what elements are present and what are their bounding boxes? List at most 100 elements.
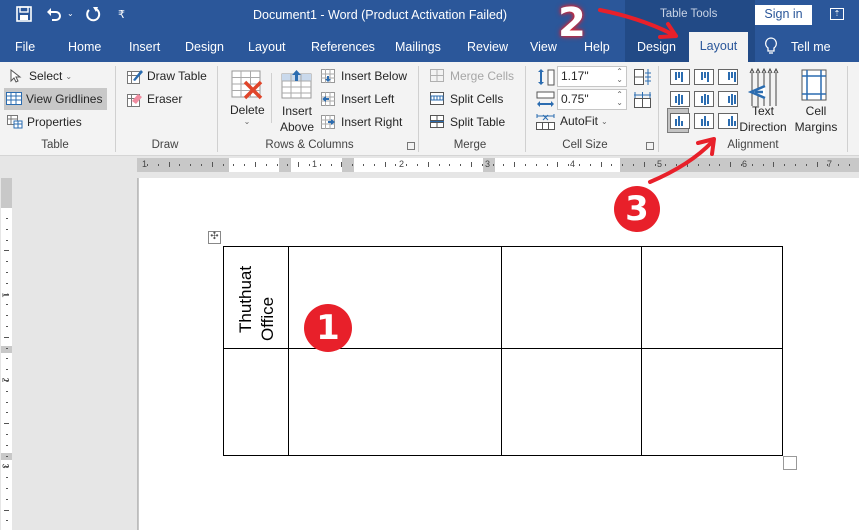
insert-left-button[interactable]: Insert Left: [321, 92, 394, 106]
save-icon[interactable]: [16, 6, 32, 27]
align-center-left-button[interactable]: [670, 91, 690, 107]
vertical-ruler[interactable]: 1 2 3: [1, 178, 12, 530]
undo-icon[interactable]: [46, 6, 62, 27]
autofit-icon: [536, 114, 556, 130]
group-separator: [217, 66, 218, 152]
autofit-button[interactable]: AutoFit ⌄: [536, 114, 608, 130]
select-label: Select: [29, 69, 63, 83]
ruler-tick: [589, 164, 591, 166]
ruler-tick: [643, 162, 645, 167]
text-direction-icon: [747, 68, 779, 106]
group-separator: [115, 66, 116, 152]
ruler-tick: [568, 164, 570, 166]
ruler-tick: [309, 164, 310, 166]
tab-home[interactable]: Home: [68, 40, 101, 54]
ruler-tick: [460, 164, 462, 166]
tell-me-search[interactable]: Tell me: [791, 40, 831, 54]
ruler-tick: [395, 164, 397, 166]
text-direction-button[interactable]: Text Direction: [739, 68, 787, 134]
horizontal-ruler[interactable]: 1 1 2 3 4 5 6 7: [137, 158, 859, 172]
align-center-button[interactable]: [694, 91, 714, 107]
ruler-number: 6: [742, 159, 748, 169]
customize-qat-icon[interactable]: ₹: [118, 8, 125, 21]
eraser-label: Eraser: [147, 92, 183, 106]
group-label-alignment: Alignment: [727, 139, 779, 151]
ruler-tick: [816, 162, 818, 167]
eraser-button[interactable]: Eraser: [127, 92, 183, 107]
group-label-cell-size: Cell Size: [562, 139, 608, 151]
ruler-tick: [417, 164, 418, 166]
align-bottom-center-button[interactable]: [694, 113, 714, 129]
undo-dropdown-icon[interactable]: ⌄: [67, 9, 74, 18]
table-cell[interactable]: [501, 348, 643, 456]
table-resize-handle-icon[interactable]: [783, 456, 797, 470]
insert-left-icon: [321, 92, 337, 106]
tab-layout[interactable]: Layout: [248, 40, 286, 54]
table-cell[interactable]: [641, 246, 783, 349]
distribute-columns-icon[interactable]: [634, 92, 652, 111]
row-height-input[interactable]: 1.17" ⌃ ⌄: [557, 66, 627, 87]
insert-above-button[interactable]: Insert Above: [279, 68, 315, 134]
ruler-tick: [6, 369, 8, 371]
insert-below-button[interactable]: Insert Below: [321, 69, 407, 83]
annotation-badge-2: 2: [558, 0, 586, 46]
chevron-down-icon: ⌄: [65, 71, 73, 81]
ruler-tick: [4, 336, 9, 338]
ruler-tick: [741, 164, 742, 166]
align-center-right-button[interactable]: [718, 91, 738, 107]
tab-references[interactable]: References: [311, 40, 375, 54]
lightbulb-icon[interactable]: [764, 37, 778, 58]
tab-mailings[interactable]: Mailings: [395, 40, 441, 54]
ruler-tick: [363, 164, 364, 166]
ruler-column-marker[interactable]: [279, 158, 291, 172]
ruler-tick: [6, 218, 8, 219]
align-bottom-right-button[interactable]: [718, 113, 738, 129]
merge-cells-button[interactable]: Merge Cells: [430, 69, 514, 83]
align-top-center-button[interactable]: [694, 69, 714, 85]
delete-table-icon: [231, 70, 263, 100]
align-top-right-button[interactable]: [718, 69, 738, 85]
table-cell-text[interactable]: Thuthuat Office: [223, 246, 289, 349]
align-top-left-button[interactable]: [670, 69, 690, 85]
document-title: Document1 - Word (Product Activation Fai…: [253, 8, 508, 22]
document-table[interactable]: Thuthuat Office: [223, 246, 783, 456]
tab-table-layout[interactable]: Layout: [689, 32, 748, 62]
ribbon-display-options-icon[interactable]: ⇡: [830, 8, 844, 20]
split-cells-button[interactable]: Split Cells: [430, 92, 503, 106]
tab-design[interactable]: Design: [185, 40, 224, 54]
sign-in-button[interactable]: Sign in: [755, 5, 812, 25]
draw-table-button[interactable]: Draw Table: [127, 69, 207, 84]
tab-insert[interactable]: Insert: [129, 40, 160, 54]
autofit-label: AutoFit: [560, 114, 599, 128]
table-cell[interactable]: [287, 348, 503, 456]
select-button[interactable]: Select ⌄: [9, 68, 73, 83]
table-move-handle-icon[interactable]: ✣: [208, 231, 221, 244]
redo-icon[interactable]: [85, 6, 101, 27]
ruler-tick: [503, 164, 505, 166]
delete-button[interactable]: Delete ⌄: [230, 68, 265, 128]
spinner-arrows-icon[interactable]: ⌃ ⌄: [616, 91, 623, 107]
cell-margins-button[interactable]: Cell Margins: [792, 68, 840, 134]
table-cell[interactable]: [641, 348, 783, 456]
group-label-rows-columns: Rows & Columns: [265, 139, 354, 151]
split-table-button[interactable]: Split Table: [430, 115, 505, 129]
ruler-tick: [427, 162, 429, 167]
tab-review[interactable]: Review: [467, 40, 508, 54]
table-cell[interactable]: [223, 348, 289, 456]
tab-file[interactable]: File: [15, 40, 35, 54]
table-cell[interactable]: [501, 246, 643, 349]
tab-table-design[interactable]: Design: [637, 40, 676, 54]
group-separator: [525, 66, 526, 152]
cell-size-dialog-launcher-icon[interactable]: [646, 142, 654, 150]
ruler-tick: [665, 164, 667, 166]
group-label-table: Table: [41, 139, 69, 151]
view-gridlines-button[interactable]: View Gridlines: [6, 92, 102, 106]
spinner-arrows-icon[interactable]: ⌃ ⌄: [616, 68, 623, 84]
tab-view[interactable]: View: [530, 40, 557, 54]
align-bottom-left-button[interactable]: [670, 113, 690, 129]
insert-right-button[interactable]: Insert Right: [321, 115, 402, 129]
rows-columns-dialog-launcher-icon[interactable]: [407, 142, 415, 150]
properties-button[interactable]: Properties: [7, 115, 82, 129]
column-width-input[interactable]: 0.75" ⌃ ⌄: [557, 89, 627, 110]
distribute-rows-icon[interactable]: [634, 69, 652, 88]
